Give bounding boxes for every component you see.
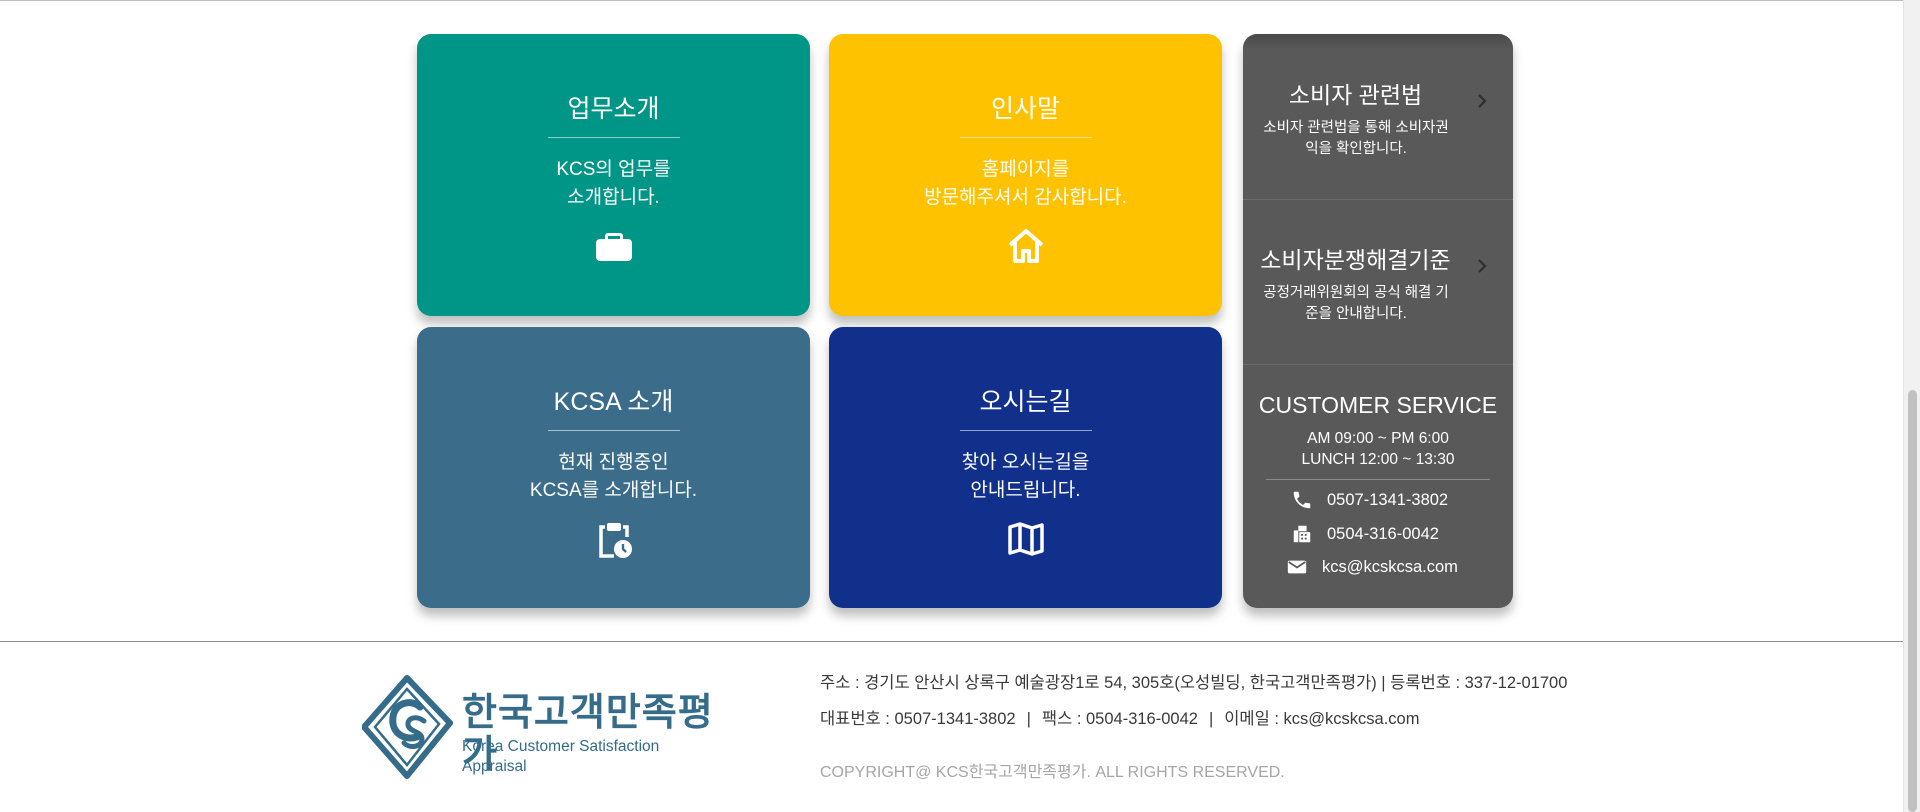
top-divider (0, 0, 1920, 1)
tile-kcsa-intro[interactable]: KCSA 소개 현재 진행중인 KCSA를 소개합니다. (417, 327, 810, 608)
tile-business-intro[interactable]: 업무소개 KCS의 업무를 소개합니다. (417, 34, 810, 316)
tile-description: 홈페이지를 방문해주셔서 감사합니다. (829, 156, 1222, 212)
tile-divider (547, 137, 680, 138)
email-row[interactable]: kcs@kcskcsa.com (1243, 555, 1513, 579)
consumer-law-link[interactable]: 소비자 관련법 소비자 관련법을 통해 소비자권익을 확인합니다. (1243, 34, 1513, 199)
fax-row[interactable]: 0504-316-0042 (1243, 522, 1513, 546)
footer-separator: | (1208, 710, 1214, 728)
tile-description-line: KCSA를 소개합니다. (529, 480, 698, 501)
footer-divider (0, 641, 1920, 642)
tile-title: 인사말 (990, 95, 1060, 123)
dispute-standard-title: 소비자분쟁해결기준 (1260, 247, 1451, 273)
tile-divider (959, 137, 1092, 138)
phone-icon (1291, 489, 1313, 511)
footer-email: 이메일 : kcs@kcskcsa.com (1224, 710, 1420, 728)
tile-description-line: 홈페이지를 (981, 159, 1070, 180)
fax-number: 0504-316-0042 (1327, 525, 1439, 543)
consumer-law-description: 소비자 관련법을 통해 소비자권익을 확인합니다. (1263, 120, 1449, 157)
footer-main-phone: 대표번호 : 0507-1341-3802 (820, 710, 1016, 728)
email-address: kcs@kcskcsa.com (1322, 558, 1458, 576)
tile-directions[interactable]: 오시는길 찾아 오시는길을 안내드립니다. (829, 327, 1222, 608)
tile-description: 현재 진행중인 KCSA를 소개합니다. (417, 449, 810, 505)
business-hours: AM 09:00 ~ PM 6:00 (1307, 430, 1449, 447)
mail-icon (1286, 556, 1308, 578)
tile-description-line: 소개합니다. (567, 187, 660, 208)
page-scrollbar[interactable] (1903, 0, 1920, 812)
map-icon (1004, 517, 1048, 561)
phone-row[interactable]: 0507-1341-3802 (1243, 488, 1513, 512)
phone-number: 0507-1341-3802 (1327, 491, 1449, 509)
company-logo[interactable]: 한국고객만족평가 Korea Customer Satisfaction App… (362, 675, 727, 780)
side-panel: 소비자 관련법 소비자 관련법을 통해 소비자권익을 확인합니다. 소비자분쟁해… (1243, 34, 1513, 608)
logo-english-name: Korea Customer Satisfaction Appraisal (462, 738, 660, 775)
footer-contact: 대표번호 : 0507-1341-3802 | 팩스 : 0504-316-0042… (820, 708, 1419, 730)
side-divider (1243, 364, 1513, 365)
consumer-law-title: 소비자 관련법 (1288, 82, 1423, 108)
tile-divider (547, 430, 680, 431)
tile-description-line: 찾아 오시는길을 (961, 452, 1090, 473)
footer-copyright: COPYRIGHT@ KCS한국고객만족평가. ALL RIGHTS RESER… (820, 764, 1285, 781)
lunch-hours: LUNCH 12:00 ~ 13:30 (1301, 451, 1455, 468)
tile-title: 업무소개 (567, 95, 660, 123)
dispute-standard-link[interactable]: 소비자분쟁해결기준 공정거래위원회의 공식 해결 기준을 안내합니다. (1243, 200, 1513, 365)
tile-description-line: 안내드립니다. (970, 480, 1081, 501)
tile-greeting[interactable]: 인사말 홈페이지를 방문해주셔서 감사합니다. (829, 34, 1222, 316)
footer-fax: 팩스 : 0504-316-0042 (1041, 710, 1198, 728)
tile-title: 오시는길 (979, 388, 1072, 416)
chevron-right-icon (1473, 257, 1491, 275)
scrollbar-thumb[interactable] (1908, 390, 1917, 812)
tile-description: 찾아 오시는길을 안내드립니다. (829, 449, 1222, 505)
customer-service-title: CUSTOMER SERVICE (1258, 392, 1498, 418)
dispute-standard-description: 공정거래위원회의 공식 해결 기준을 안내합니다. (1263, 285, 1449, 322)
briefcase-icon (592, 224, 636, 268)
tile-description-line: 현재 진행중인 (558, 452, 669, 473)
customer-service-divider (1266, 479, 1490, 480)
chevron-right-icon (1473, 92, 1491, 110)
tile-divider (959, 430, 1092, 431)
footer-separator: | (1026, 710, 1031, 728)
tile-description: KCS의 업무를 소개합니다. (417, 156, 810, 212)
clipboard-clock-icon (592, 517, 636, 561)
footer-address: 주소 : 경기도 안산시 상록구 예술광장1로 54, 305호(오성빌딩, 한… (820, 674, 1568, 692)
logo-mark (362, 675, 462, 780)
tile-description-line: 방문해주셔서 감사합니다. (924, 187, 1127, 208)
fax-icon (1291, 523, 1313, 545)
tile-title: KCSA 소개 (553, 388, 674, 416)
tile-description-line: KCS의 업무를 (556, 159, 671, 180)
home-icon (1004, 224, 1048, 268)
